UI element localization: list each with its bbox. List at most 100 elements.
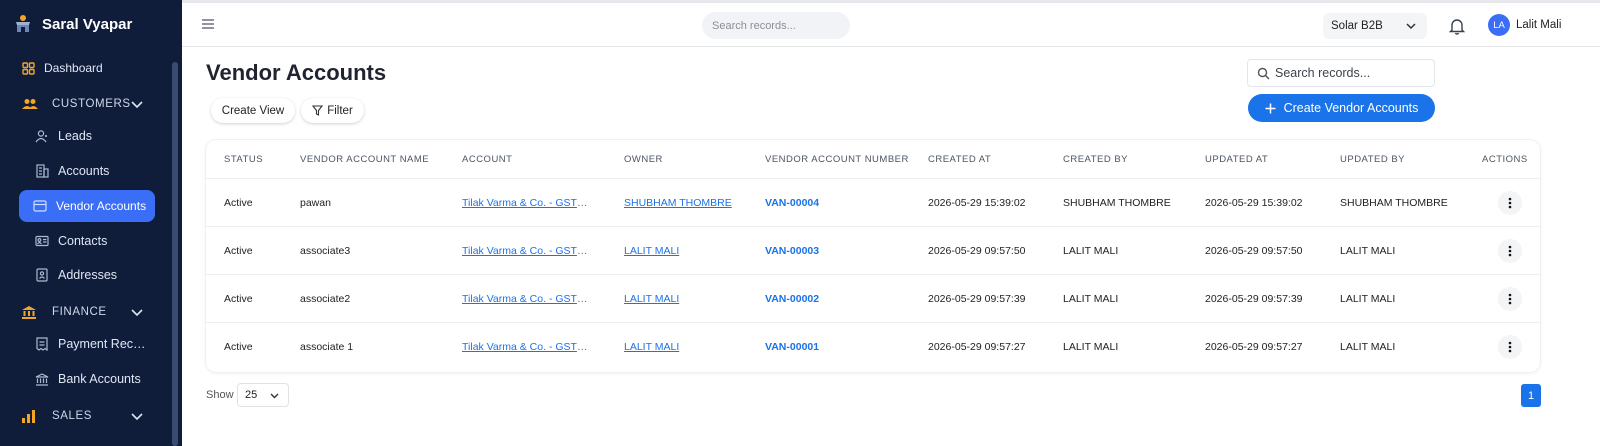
page-title: Vendor Accounts (206, 60, 387, 85)
cell-created-by: LALIT MALI (1063, 245, 1119, 257)
cell-updated-by: SHUBHAM THOMBRE (1340, 197, 1448, 209)
cell-created-at: 2026-05-29 09:57:39 (928, 293, 1026, 305)
cell-account-link[interactable]: Tilak Varma & Co. - GST123... (462, 293, 590, 305)
page-size-label: Show (206, 389, 234, 401)
sidebar-item-accounts[interactable]: Accounts (33, 156, 155, 186)
table-row[interactable]: Active pawan Tilak Varma & Co. - GST123.… (206, 178, 1540, 226)
cell-vendor-account-number[interactable]: VAN-00002 (765, 293, 819, 305)
cell-vendor-account-name: associate3 (300, 245, 351, 257)
column-header-vendor-account-number[interactable]: VENDOR ACCOUNT NUMBER (765, 154, 909, 165)
cell-vendor-account-number[interactable]: VAN-00001 (765, 341, 819, 353)
column-header-updated-by[interactable]: UPDATED BY (1340, 154, 1405, 165)
cell-account-link[interactable]: Tilak Varma & Co. - GST123... (462, 245, 590, 257)
cell-created-at: 2026-05-29 09:57:50 (928, 245, 1026, 257)
menu-icon[interactable] (201, 17, 215, 31)
column-header-created-by[interactable]: CREATED BY (1063, 154, 1128, 165)
sidebar-item-label: Leads (58, 129, 93, 143)
cell-created-by: LALIT MALI (1063, 341, 1119, 353)
more-vertical-icon (1508, 341, 1512, 353)
cell-updated-at: 2026-05-29 09:57:27 (1205, 341, 1303, 353)
people-icon (22, 97, 38, 111)
page-size-select[interactable]: 25 (237, 383, 289, 407)
sidebar: Saral Vyapar Dashboard CUSTOMERS Leads A… (0, 0, 182, 446)
cell-updated-at: 2026-05-29 15:39:02 (1205, 197, 1303, 209)
table-row[interactable]: Active associate3 Tilak Varma & Co. - GS… (206, 226, 1540, 274)
cell-account-link[interactable]: Tilak Varma & Co. - GST123... (462, 341, 590, 353)
cell-created-by: SHUBHAM THOMBRE (1063, 197, 1171, 209)
more-vertical-icon (1508, 293, 1512, 305)
sidebar-scrollbar[interactable] (172, 62, 178, 446)
cell-owner-link[interactable]: LALIT MALI (624, 245, 679, 257)
row-actions-button[interactable] (1498, 335, 1522, 359)
sidebar-group-customers[interactable]: CUSTOMERS (22, 93, 144, 115)
cell-account-link[interactable]: Tilak Varma & Co. - GST123... (462, 197, 590, 209)
sidebar-item-payment-receipts[interactable]: Payment Receipts (33, 329, 155, 359)
create-vendor-accounts-button[interactable]: Create Vendor Accounts (1248, 94, 1435, 122)
sidebar-item-label: Accounts (58, 164, 110, 178)
top-bar: Solar B2B LA Lalit Mali (182, 0, 1600, 47)
create-view-label: Create View (221, 104, 285, 117)
cell-vendor-account-number[interactable]: VAN-00004 (765, 197, 819, 209)
sidebar-group-finance[interactable]: FINANCE (22, 301, 144, 323)
sidebar-item-label: Vendor Accounts (56, 199, 147, 213)
brand[interactable]: Saral Vyapar (12, 12, 132, 36)
row-actions-button[interactable] (1498, 191, 1522, 215)
grid-icon (21, 61, 35, 75)
cell-owner-link[interactable]: LALIT MALI (624, 341, 679, 353)
address-book-icon (35, 268, 49, 282)
chevron-down-icon (131, 101, 143, 109)
cell-created-at: 2026-05-29 09:57:27 (928, 341, 1026, 353)
store-icon (12, 13, 34, 35)
sidebar-group-label: SALES (52, 410, 93, 422)
cell-created-at: 2026-05-29 15:39:02 (928, 197, 1026, 209)
cell-owner-link[interactable]: SHUBHAM THOMBRE (624, 197, 732, 209)
sidebar-item-vendor-accounts[interactable]: Vendor Accounts (19, 190, 155, 222)
row-actions-button[interactable] (1498, 239, 1522, 263)
table-row[interactable]: Active associate2 Tilak Varma & Co. - GS… (206, 274, 1540, 322)
sidebar-group-sales[interactable]: SALES (22, 405, 144, 427)
column-header-owner[interactable]: OWNER (624, 154, 663, 165)
chevron-down-icon (1406, 23, 1416, 30)
column-header-vendor-account-name[interactable]: VENDOR ACCOUNT NAME (300, 154, 429, 165)
plus-icon (1265, 103, 1276, 113)
cell-created-by: LALIT MALI (1063, 293, 1119, 305)
cell-vendor-account-number[interactable]: VAN-00003 (765, 245, 819, 257)
sidebar-group-label: FINANCE (52, 306, 107, 318)
create-view-button[interactable]: Create View (211, 98, 295, 123)
cell-updated-at: 2026-05-29 09:57:50 (1205, 245, 1303, 257)
chevron-down-icon (270, 393, 279, 399)
global-search-input[interactable] (702, 12, 850, 39)
sidebar-item-label: Addresses (58, 268, 118, 282)
filter-button[interactable]: Filter (301, 98, 364, 123)
sidebar-group-label: CUSTOMERS (52, 98, 131, 110)
cell-owner-link[interactable]: LALIT MALI (624, 293, 679, 305)
column-header-actions: ACTIONS (1482, 154, 1528, 165)
sidebar-item-bank-accounts[interactable]: Bank Accounts (33, 364, 155, 394)
create-vendor-accounts-label: Create Vendor Accounts (1283, 101, 1419, 115)
column-header-account[interactable]: ACCOUNT (462, 154, 512, 165)
filter-label: Filter (327, 104, 353, 117)
user-name[interactable]: Lalit Mali (1516, 19, 1561, 31)
cell-updated-by: LALIT MALI (1340, 341, 1396, 353)
column-header-updated-at[interactable]: UPDATED AT (1205, 154, 1268, 165)
avatar[interactable]: LA (1488, 14, 1510, 36)
sidebar-item-dashboard[interactable]: Dashboard (19, 53, 155, 83)
organization-select[interactable]: Solar B2B (1323, 13, 1427, 39)
more-vertical-icon (1508, 197, 1512, 209)
sidebar-item-addresses[interactable]: Addresses (33, 260, 155, 290)
cell-updated-by: LALIT MALI (1340, 293, 1396, 305)
user-icon (35, 129, 49, 143)
column-header-created-at[interactable]: CREATED AT (928, 154, 991, 165)
cell-updated-at: 2026-05-29 09:57:39 (1205, 293, 1303, 305)
bell-icon[interactable] (1449, 17, 1465, 35)
table-row[interactable]: Active associate 1 Tilak Varma & Co. - G… (206, 322, 1540, 370)
sidebar-item-leads[interactable]: Leads (33, 121, 155, 151)
table-search-input[interactable] (1275, 60, 1430, 86)
page-button-current[interactable]: 1 (1521, 384, 1541, 407)
sidebar-item-contacts[interactable]: Contacts (33, 226, 155, 256)
receipt-icon (35, 337, 49, 351)
row-actions-button[interactable] (1498, 287, 1522, 311)
column-header-status[interactable]: STATUS (224, 154, 263, 165)
more-vertical-icon (1508, 245, 1512, 257)
page-size-value: 25 (245, 389, 258, 401)
